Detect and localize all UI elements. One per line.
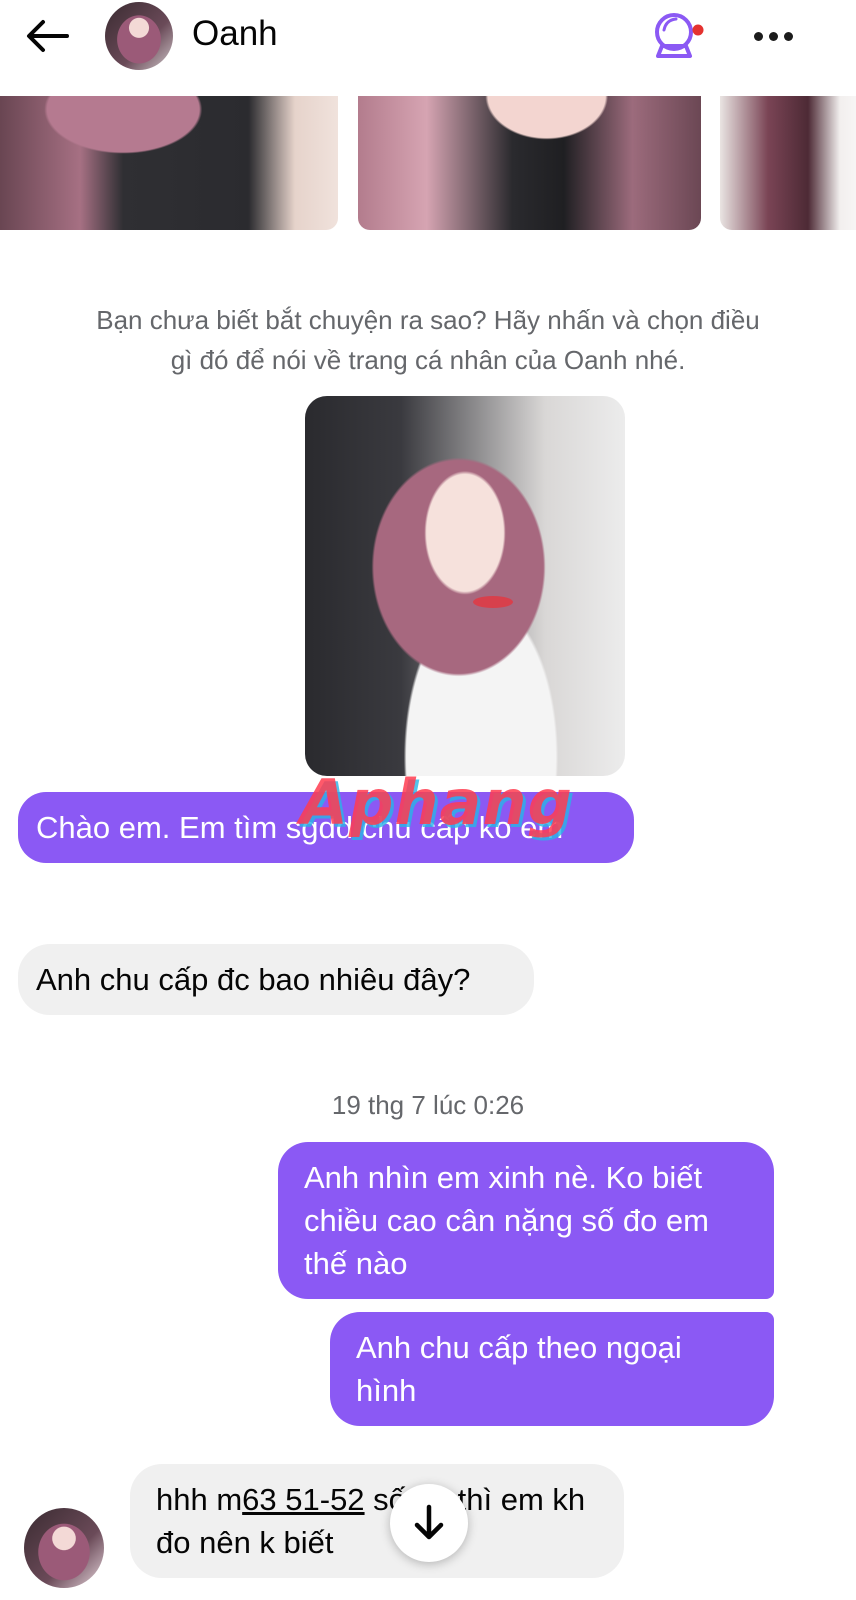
profile-photo-strip — [0, 96, 856, 230]
profile-photo-1[interactable] — [0, 96, 338, 230]
more-options-button[interactable] — [745, 16, 801, 56]
arrow-down-icon — [414, 1504, 444, 1540]
scroll-to-bottom-button[interactable] — [390, 1484, 468, 1562]
crystal-ball-icon — [655, 13, 704, 58]
profile-photo-2[interactable] — [358, 96, 701, 230]
back-button[interactable] — [22, 14, 72, 58]
hint-line-2: gì đó để nói về trang cá nhân của Oanh n… — [170, 345, 686, 375]
arrow-left-icon — [27, 20, 69, 52]
message-timestamp: 19 thg 7 lúc 0:26 — [331, 1090, 525, 1120]
more-horizontal-icon — [753, 31, 763, 41]
contact-avatar[interactable] — [105, 2, 173, 70]
outgoing-message[interactable]: Chào em. Em tìm sgdd chu cấp ko em — [18, 792, 634, 863]
phone-number-link[interactable]: 63 51-52 — [242, 1482, 364, 1517]
outgoing-message[interactable]: Anh chu cấp theo ngoại hình — [330, 1312, 774, 1426]
message-text-prefix: hhh m — [156, 1482, 243, 1517]
incoming-message[interactable]: Anh chu cấp đc bao nhiêu đây? — [18, 944, 534, 1015]
incoming-message[interactable]: hhh m63 51-52 số đo thì em kh đo nên k b… — [130, 1464, 624, 1578]
contact-name[interactable]: Oanh — [192, 14, 278, 54]
conversation-starter-hint: Bạn chưa biết bắt chuyện ra sao? Hãy nhấ… — [40, 300, 816, 380]
hint-line-1: Bạn chưa biết bắt chuyện ra sao? Hãy nhấ… — [96, 305, 760, 335]
chat-header: Oanh — [0, 0, 856, 92]
crystal-ball-button[interactable] — [650, 10, 708, 62]
profile-photo-3[interactable] — [720, 96, 856, 230]
sender-avatar[interactable] — [24, 1508, 104, 1588]
outgoing-message[interactable]: Anh nhìn em xinh nè. Ko biết chiều cao c… — [278, 1142, 774, 1299]
profile-photo-large[interactable] — [305, 396, 625, 776]
